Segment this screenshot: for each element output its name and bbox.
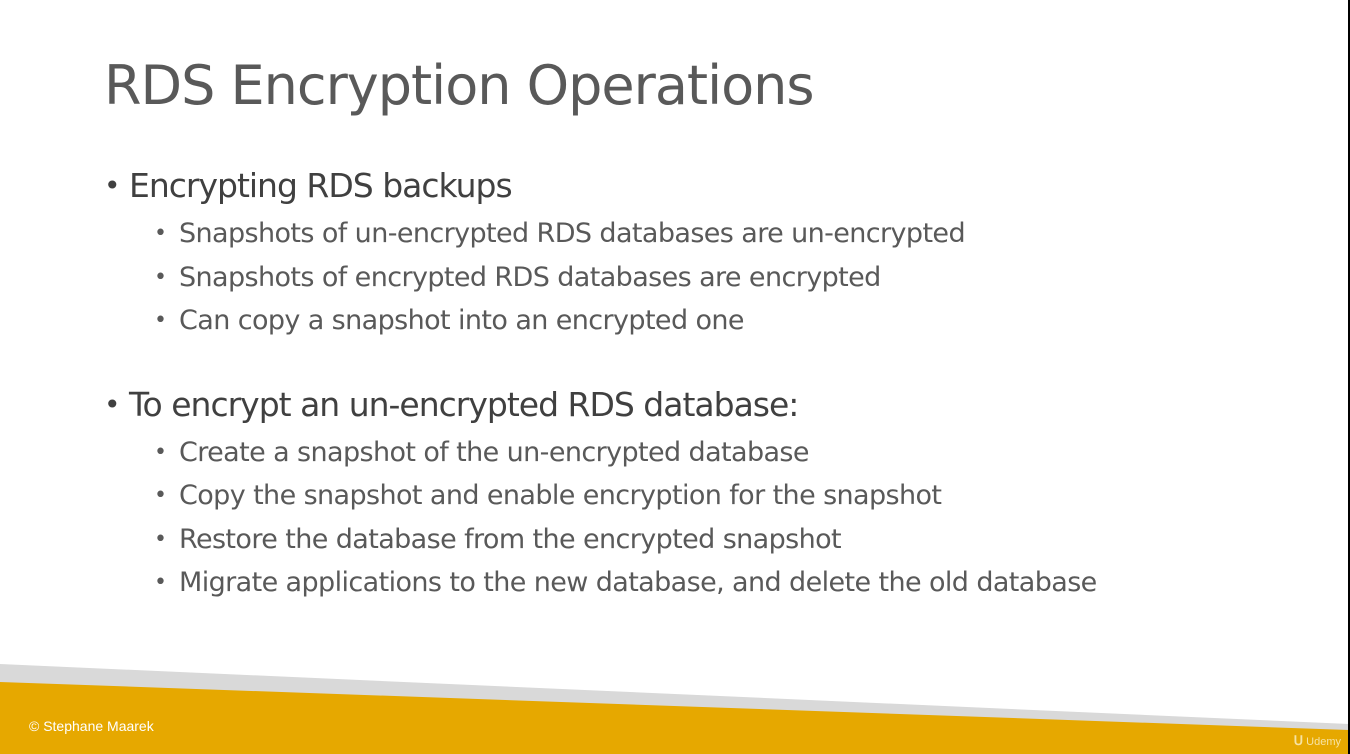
bullet-dot: • [154, 264, 167, 290]
section-heading-text: To encrypt an un-encrypted RDS database: [129, 384, 799, 424]
watermark-text: Udemy [1306, 736, 1341, 748]
list-item: • Migrate applications to the new databa… [104, 561, 1254, 605]
list-item: • Can copy a snapshot into an encrypted … [104, 299, 1254, 343]
footer-band [0, 664, 1349, 754]
slide: RDS Encryption Operations • Encrypting R… [0, 0, 1349, 754]
bullet-dot: • [154, 570, 167, 595]
bullet-list: • Snapshots of un-encrypted RDS database… [104, 212, 1254, 343]
list-item-text: Snapshots of un-encrypted RDS databases … [179, 218, 966, 249]
window-edge [1348, 0, 1349, 754]
list-item-text: Copy the snapshot and enable encryption … [179, 480, 942, 511]
bullet-dot: • [154, 526, 167, 552]
bullet-dot: • [154, 483, 167, 508]
section-heading: • To encrypt an un-encrypted RDS databas… [104, 379, 1254, 431]
slide-content: • Encrypting RDS backups • Snapshots of … [104, 160, 1254, 605]
list-item-text: Migrate applications to the new database… [179, 567, 1097, 598]
list-item-text: Can copy a snapshot into an encrypted on… [179, 305, 745, 336]
bullet-dot: • [154, 439, 167, 465]
bullet-dot: • [154, 221, 167, 246]
slide-title: RDS Encryption Operations [104, 54, 814, 117]
bullet-dot: • [104, 387, 120, 421]
list-item: • Snapshots of un-encrypted RDS database… [104, 212, 1254, 256]
watermark: ᑌ Udemy [1294, 733, 1341, 749]
bullet-dot: • [104, 169, 120, 202]
list-item-text: Snapshots of encrypted RDS databases are… [179, 261, 881, 293]
list-item-text: Create a snapshot of the un-encrypted da… [179, 436, 810, 468]
list-item: • Create a snapshot of the un-encrypted … [104, 431, 1254, 475]
list-item: • Restore the database from the encrypte… [104, 518, 1254, 562]
section-heading-text: Encrypting RDS backups [129, 166, 513, 205]
section-heading: • Encrypting RDS backups [104, 160, 1254, 212]
list-item-text: Restore the database from the encrypted … [179, 523, 842, 555]
list-item: • Copy the snapshot and enable encryptio… [104, 474, 1254, 518]
bullet-list: • Create a snapshot of the un-encrypted … [104, 431, 1254, 605]
copyright-notice: © Stephane Maarek [29, 718, 154, 734]
bullet-dot: • [154, 308, 167, 333]
list-item: • Snapshots of encrypted RDS databases a… [104, 256, 1254, 300]
udemy-logo-icon: ᑌ [1293, 733, 1304, 748]
